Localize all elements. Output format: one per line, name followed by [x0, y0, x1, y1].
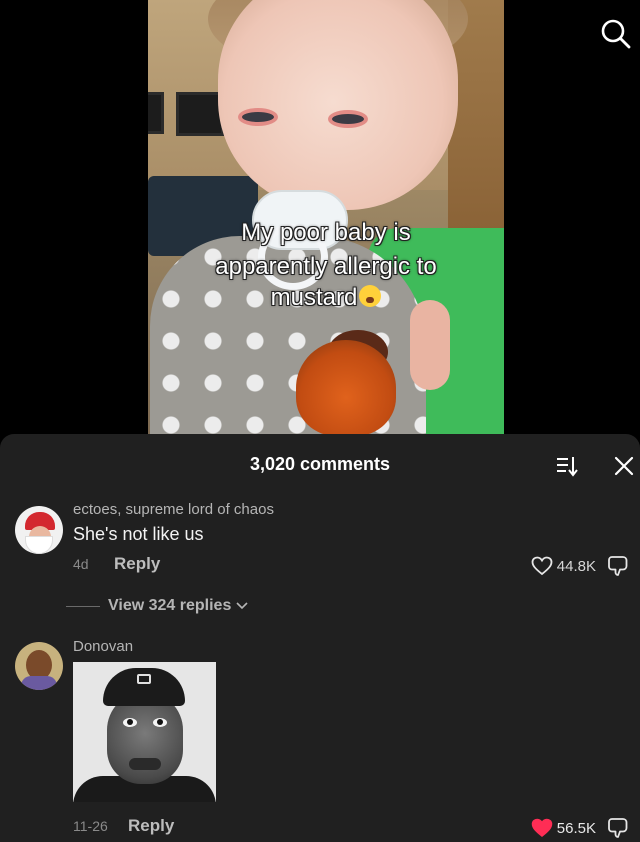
video-caption-line-2: apparently allergic to — [215, 253, 437, 280]
video-area[interactable]: My poor baby is apparently allergic to m… — [0, 0, 640, 436]
close-icon[interactable] — [612, 454, 636, 478]
wall-picture — [176, 92, 224, 136]
avatar[interactable] — [15, 642, 63, 690]
comment-text: She's not like us — [73, 524, 204, 544]
comment-date: 11-26 — [73, 818, 108, 834]
avatar[interactable] — [15, 506, 63, 554]
like-count: 44.8K — [556, 557, 596, 575]
like-button[interactable]: 56.5K — [531, 816, 596, 840]
chevron-down-icon — [236, 602, 248, 610]
gif-eye-left — [123, 718, 137, 727]
video-caption-line-3-text: mustard — [270, 284, 358, 311]
gif-mouth-shape — [129, 758, 161, 770]
santa-beard-shape — [25, 536, 53, 554]
heart-outline-icon — [531, 556, 553, 576]
video-caption-line-1: My poor baby is — [241, 219, 411, 246]
wall-picture — [148, 92, 164, 134]
search-icon[interactable] — [598, 16, 634, 52]
baby-eye-left — [238, 108, 278, 126]
like-count: 56.5K — [556, 819, 596, 837]
view-replies-label: View 324 replies — [108, 597, 232, 614]
video-caption-line-3: mustard — [148, 281, 504, 315]
comments-sheet: 3,020 comments ectoes, supreme lord of c… — [0, 434, 640, 842]
view-replies-button[interactable]: View 324 replies — [66, 596, 248, 616]
comment-gif-image[interactable] — [73, 662, 216, 802]
replies-divider-line — [66, 605, 100, 607]
baby-eye-right — [328, 110, 368, 128]
gif-eye-right — [153, 718, 167, 727]
dislike-icon[interactable] — [606, 815, 632, 841]
comments-count-title: 3,020 comments — [249, 454, 391, 474]
comment-username[interactable]: ectoes, supreme lord of chaos — [73, 501, 274, 518]
like-button[interactable]: 44.8K — [531, 554, 596, 578]
reply-button[interactable]: Reply — [128, 816, 174, 836]
baby-face — [218, 0, 458, 210]
comment-date: 4d — [73, 556, 89, 572]
avatar-shirt-shape — [21, 676, 57, 690]
video-frame[interactable]: My poor baby is apparently allergic to m… — [148, 0, 504, 434]
dislike-icon[interactable] — [606, 553, 632, 579]
heart-filled-icon — [531, 818, 553, 837]
gif-hat-logo-shape — [137, 674, 151, 684]
sort-icon[interactable] — [555, 454, 579, 478]
crying-face-emoji-icon — [359, 285, 382, 307]
pumpkin-applique — [296, 340, 396, 434]
reply-button[interactable]: Reply — [114, 554, 160, 574]
comment-username[interactable]: Donovan — [73, 638, 133, 655]
